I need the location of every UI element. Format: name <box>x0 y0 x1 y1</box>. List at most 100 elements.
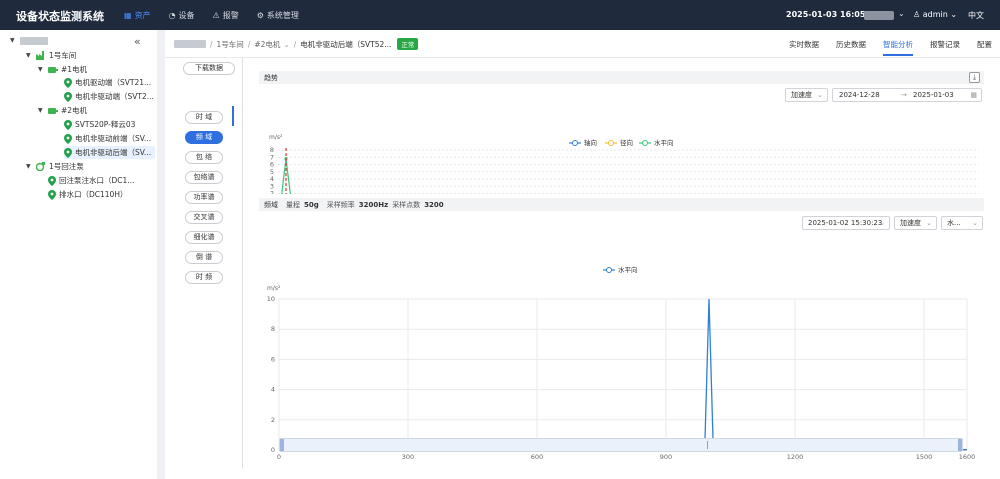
spectrum-chart[interactable]: m/s²02468100300600900120015001600Hz水平向 <box>259 231 989 461</box>
language-switcher[interactable]: 中文 <box>968 10 984 21</box>
sample-points-label: 采样点数 <box>392 200 421 209</box>
legend-label[interactable]: 轴向 <box>584 138 597 147</box>
caret-down-icon[interactable]: ▼ <box>10 37 16 44</box>
tree-node[interactable]: 电机非驱动前端（SV... <box>64 132 151 145</box>
location-pin-icon <box>64 147 72 158</box>
nav-item-assets[interactable]: ▦ 资产 <box>115 0 160 30</box>
freq-measure-select[interactable]: 加速度 ⌄ <box>894 216 937 230</box>
tree-node[interactable]: ▼ <box>10 34 48 47</box>
location-pin-icon <box>64 119 72 130</box>
main-nav: ▦ 资产 ◔ 设备 ⚠ 报警 ⚙ 系统管理 <box>115 0 308 30</box>
nav-item-devices[interactable]: ◔ 设备 <box>160 0 204 30</box>
sample-points-value: 3200 <box>424 200 444 209</box>
date-range-picker[interactable]: 2024-12-28 → 2025-01-03 ▦ <box>832 88 982 102</box>
download-data-button[interactable]: 下载数据 <box>183 62 235 75</box>
breadcrumb-item[interactable]: 1号车间 <box>217 39 244 50</box>
legend-label[interactable]: 水平向 <box>654 138 674 147</box>
x-tick-label: 900 <box>660 453 672 461</box>
nav-item-alarms[interactable]: ⚠ 报警 <box>204 0 248 30</box>
tab-analysis[interactable]: 智能分析 <box>883 39 913 56</box>
location-pin-icon <box>48 189 56 200</box>
analysis-button[interactable]: 交叉谱 <box>185 211 223 224</box>
tree-node-label: 电机非驱动前端（SV... <box>75 134 152 143</box>
user-menu[interactable]: ♙ admin ⌄ <box>913 10 957 19</box>
legend-label[interactable]: 水平向 <box>618 265 638 274</box>
tree-node[interactable]: ▼ 1号车间 <box>26 49 76 62</box>
location-pin-icon <box>64 133 72 144</box>
sample-time-select[interactable]: 2025-01-02 15:30:23 ⌄ <box>802 216 890 230</box>
header-divider <box>165 57 1000 58</box>
trend-y-unit: m/s² <box>269 134 283 141</box>
end-date[interactable]: 2025-01-03 <box>913 89 954 101</box>
calendar-icon: ▦ <box>970 91 977 99</box>
tree-node[interactable]: 电机驱动端（SVT21... <box>64 76 151 89</box>
zoom-slider[interactable] <box>279 438 963 452</box>
analysis-button[interactable]: 时 域 <box>185 111 223 124</box>
tab-history[interactable]: 历史数据 <box>836 39 866 56</box>
tree-node-label: 电机非驱动端（SVT2... <box>75 92 154 101</box>
tree-node[interactable]: ▼ #2电机 <box>38 104 87 117</box>
tree-node-label: 电机驱动端（SVT21... <box>75 78 152 87</box>
zoom-slider-track-mark <box>707 441 708 449</box>
download-icon[interactable]: ⤓ <box>969 72 980 83</box>
top-bar: 设备状态监测系统 ▦ 资产 ◔ 设备 ⚠ 报警 ⚙ 系统管理 2025-01-03 16… <box>0 0 1000 30</box>
tenant-selector[interactable] <box>864 11 894 20</box>
chevron-down-icon[interactable]: ⌄ <box>283 40 289 49</box>
start-date[interactable]: 2024-12-28 <box>839 89 880 101</box>
y-tick-label: 10 <box>267 295 275 303</box>
legend-marker <box>608 140 614 146</box>
y-tick-label: 8 <box>270 146 274 154</box>
tree-node[interactable]: 电机非驱动后端（SV... <box>64 146 156 159</box>
zoom-handle-right[interactable] <box>958 439 962 451</box>
tab-alarms[interactable]: 报警记录 <box>930 39 960 56</box>
tree-node[interactable]: 回注泵注水口（DC1... <box>48 174 134 187</box>
tree-node[interactable]: 电机非驱动端（SVT2... <box>64 90 154 103</box>
breadcrumb-current: 电机非驱动后端（SVT52... <box>300 39 392 49</box>
caret-down-icon[interactable]: ▼ <box>26 52 32 59</box>
spectrum-line <box>279 298 967 451</box>
tree-node[interactable]: ▼ #1电机 <box>38 63 87 76</box>
y-tick-label: 2 <box>271 416 275 424</box>
tab-realtime[interactable]: 实时数据 <box>789 39 819 56</box>
tree-node[interactable]: ▼ 1号回注泵 <box>26 160 84 173</box>
range-label: 量程 <box>286 200 300 209</box>
direction-select[interactable]: 水... ⌄ <box>941 216 983 230</box>
range-arrow-icon: → <box>901 91 907 99</box>
legend-marker <box>606 267 612 273</box>
y-tick-label: 3 <box>270 182 274 190</box>
trend-title: 趋势 <box>264 73 278 82</box>
analysis-button[interactable]: 频 域 <box>185 131 223 144</box>
grid-icon: ▦ <box>124 10 132 20</box>
tree-node[interactable]: 排水口（DC110H） <box>48 188 127 201</box>
analysis-button[interactable]: 包络谱 <box>185 171 223 184</box>
zoom-handle-left[interactable] <box>280 439 284 451</box>
caret-down-icon[interactable]: ▼ <box>38 66 44 73</box>
analysis-button[interactable]: 细化谱 <box>185 231 223 244</box>
breadcrumb-root[interactable] <box>174 40 206 48</box>
caret-down-icon[interactable]: ▼ <box>26 163 32 170</box>
y-tick-label: 4 <box>270 175 274 183</box>
analysis-button[interactable]: 功率谱 <box>185 191 223 204</box>
tree-node-label: #2电机 <box>61 106 88 115</box>
collapse-sidebar-icon[interactable]: « <box>134 35 141 48</box>
nav-item-system[interactable]: ⚙ 系统管理 <box>248 0 308 30</box>
trend-chart[interactable]: m/s²0123456782025-01-02 15:00:232025-01-… <box>259 102 989 194</box>
trend-measure-select[interactable]: 加速度 ⌄ <box>785 88 828 102</box>
tree-node[interactable]: SVTS20P-释云03 <box>64 118 135 131</box>
analysis-button[interactable]: 倒 谱 <box>185 251 223 264</box>
analysis-button[interactable]: 时 频 <box>185 271 223 284</box>
active-indicator <box>232 106 234 126</box>
breadcrumb: /1号车间 / #2电机 ⌄ / 电机非驱动后端（SVT52... 正常 <box>174 38 419 50</box>
breadcrumb-item[interactable]: #2电机 <box>254 39 280 50</box>
analysis-button[interactable]: 包 络 <box>185 151 223 164</box>
series-line <box>281 158 291 194</box>
caret-down-icon[interactable]: ▼ <box>38 107 44 114</box>
y-tick-label: 7 <box>270 153 274 161</box>
trend-panel-header: 趋势 ⤓ <box>259 71 984 84</box>
legend-label[interactable]: 径向 <box>620 138 633 147</box>
gauge-icon: ◔ <box>168 10 176 20</box>
tree-node-label: #1电机 <box>61 65 88 74</box>
tree-node-label: 1号车间 <box>49 51 77 60</box>
tab-config[interactable]: 配置 <box>977 39 992 56</box>
chevron-down-icon[interactable]: ⌄ <box>898 9 905 18</box>
